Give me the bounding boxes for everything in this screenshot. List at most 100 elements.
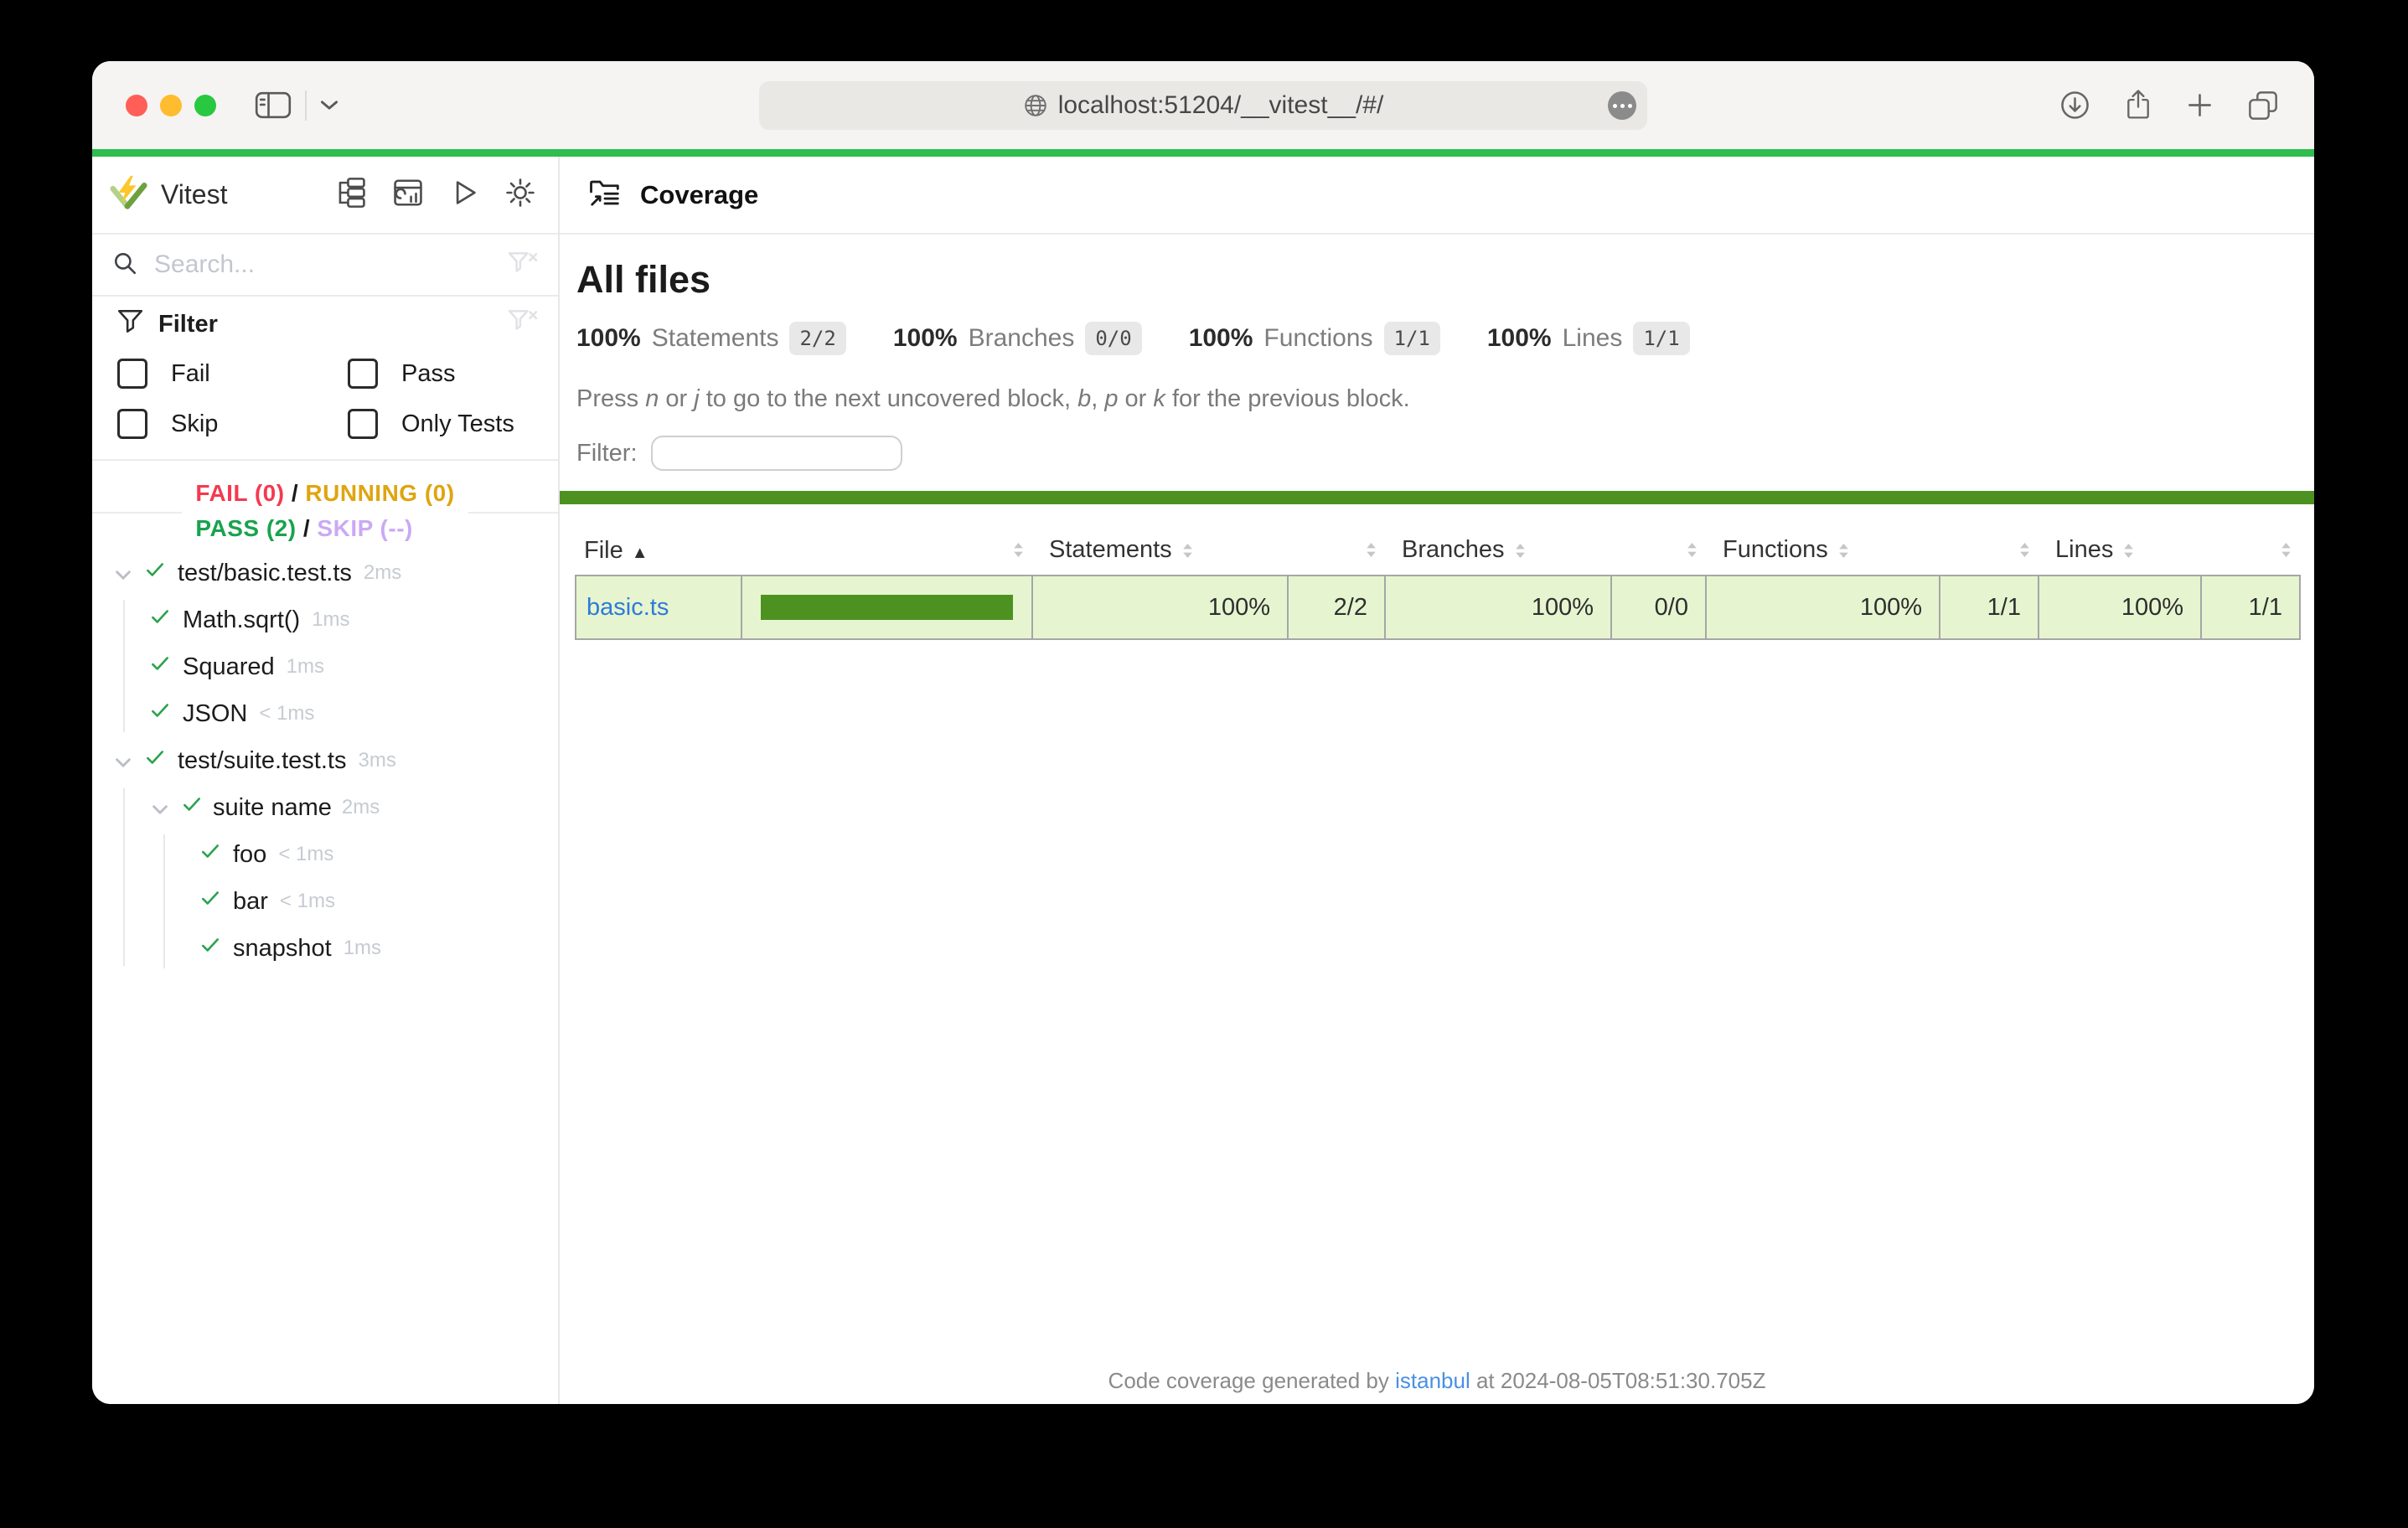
- duration: 1ms: [312, 608, 349, 632]
- duration: < 1ms: [280, 890, 335, 913]
- run-icon[interactable]: [449, 178, 479, 212]
- checkbox-box[interactable]: [348, 359, 378, 389]
- tree-item-file[interactable]: test/basic.test.ts 2ms: [92, 550, 558, 596]
- tree-guide: [123, 788, 125, 966]
- column-header-lines[interactable]: Lines: [2039, 526, 2201, 576]
- duration: 2ms: [364, 561, 401, 585]
- tree-item-test[interactable]: snapshot 1ms: [92, 925, 558, 972]
- toolbar-left-controls: [255, 61, 338, 149]
- search-icon: [112, 250, 137, 280]
- downloads-icon[interactable]: [2059, 90, 2090, 121]
- toolbar-right-controls: [2059, 61, 2279, 149]
- tree-item-file[interactable]: test/suite.test.ts 3ms: [92, 737, 558, 784]
- sidebar-toggle-icon[interactable]: [255, 91, 292, 119]
- checkbox-skip[interactable]: Skip: [117, 409, 348, 439]
- sort-icon[interactable]: [2123, 538, 2134, 565]
- coverage-icon: [588, 178, 622, 212]
- tree-item-test[interactable]: JSON < 1ms: [92, 690, 558, 737]
- checkbox-only-tests[interactable]: Only Tests: [348, 409, 538, 439]
- file-filter-input[interactable]: [651, 436, 902, 471]
- coverage-stats: 100% Statements 2/2 100% Branches 0/0 10…: [576, 322, 2314, 355]
- branches-abs-cell: 0/0: [1611, 576, 1706, 639]
- filter-clear-icon[interactable]: [508, 250, 538, 280]
- tree-guide: [123, 600, 125, 732]
- column-header-file[interactable]: File▲: [576, 526, 742, 576]
- check-icon: [149, 699, 171, 728]
- vitest-logo: [109, 174, 147, 215]
- tabs-overview-icon[interactable]: [2247, 90, 2279, 121]
- column-header-statements[interactable]: Statements: [1032, 526, 1288, 576]
- chevron-down-icon[interactable]: [114, 560, 132, 587]
- chevron-down-icon[interactable]: [320, 100, 338, 111]
- tree-item-test[interactable]: Squared 1ms: [92, 643, 558, 690]
- table-row: basic.ts 100% 2/2 100% 0/0 100% 1/1 100%…: [576, 576, 2300, 639]
- filter-options: Fail Pass Skip Only Tests: [117, 359, 538, 439]
- sort-icon[interactable]: [742, 526, 1032, 576]
- report-heading: All files: [576, 258, 2314, 302]
- checkbox-box[interactable]: [348, 409, 378, 439]
- column-header-branches[interactable]: Branches: [1385, 526, 1611, 576]
- file-filter-label: Filter:: [576, 440, 638, 467]
- tree-item-test[interactable]: bar < 1ms: [92, 878, 558, 925]
- minimize-window-button[interactable]: [160, 95, 182, 116]
- checkbox-box[interactable]: [117, 359, 147, 389]
- tree-item-test[interactable]: foo < 1ms: [92, 831, 558, 878]
- checkbox-pass[interactable]: Pass: [348, 359, 538, 389]
- chevron-down-icon[interactable]: [114, 747, 132, 775]
- skip-count: SKIP (--): [317, 515, 412, 541]
- tree-view-icon[interactable]: [335, 177, 367, 213]
- filter-clear-icon[interactable]: [508, 308, 538, 340]
- keyboard-hint: Press n or j to go to the next uncovered…: [576, 385, 2314, 413]
- theme-icon[interactable]: [504, 177, 536, 213]
- sort-icon[interactable]: [1838, 538, 1849, 565]
- sort-icon[interactable]: [1611, 526, 1706, 576]
- chevron-down-icon[interactable]: [151, 794, 169, 822]
- traffic-lights: [126, 61, 216, 149]
- app-name: Vitest: [161, 179, 227, 210]
- checkbox-fail[interactable]: Fail: [117, 359, 348, 389]
- page-settings-button[interactable]: [1608, 91, 1636, 120]
- main-header: Coverage: [560, 157, 2314, 235]
- coverage-bar: [761, 595, 1013, 620]
- tree-item-suite[interactable]: suite name 2ms: [92, 784, 558, 831]
- toolbar-divider: [305, 90, 307, 121]
- stat-fraction-badge: 1/1: [1384, 322, 1440, 355]
- zoom-window-button[interactable]: [194, 95, 216, 116]
- url-text: localhost:51204/__vitest__/#/: [1058, 91, 1384, 120]
- check-icon: [144, 746, 166, 775]
- globe-icon: [1023, 93, 1048, 118]
- duration: < 1ms: [278, 843, 333, 866]
- address-bar[interactable]: localhost:51204/__vitest__/#/: [759, 81, 1647, 130]
- sort-icon[interactable]: [1940, 526, 2039, 576]
- file-link[interactable]: basic.ts: [586, 594, 669, 621]
- stat-fraction-badge: 0/0: [1085, 322, 1141, 355]
- browser-window: localhost:51204/__vitest__/#/: [92, 61, 2314, 1404]
- search-input[interactable]: [152, 250, 493, 280]
- running-count: RUNNING (0): [305, 480, 454, 506]
- check-icon: [181, 793, 203, 822]
- share-icon[interactable]: [2124, 89, 2152, 121]
- run-summary: FAIL (0) / RUNNING (0) PASS (2) / SKIP (…: [92, 476, 558, 548]
- close-window-button[interactable]: [126, 95, 147, 116]
- sort-icon[interactable]: [1515, 538, 1526, 565]
- sort-icon[interactable]: [2201, 526, 2300, 576]
- istanbul-link[interactable]: istanbul: [1395, 1368, 1470, 1393]
- check-icon: [144, 559, 166, 587]
- stat-functions: 100% Functions 1/1: [1189, 322, 1440, 355]
- coverage-report: All files 100% Statements 2/2 100% Branc…: [560, 235, 2314, 1404]
- fail-count: FAIL (0): [195, 480, 284, 506]
- check-icon: [199, 887, 221, 916]
- new-tab-icon[interactable]: [2186, 91, 2214, 119]
- tree-item-test[interactable]: Math.sqrt() 1ms: [92, 596, 558, 643]
- report-icon[interactable]: [392, 177, 424, 213]
- sort-icon[interactable]: [1182, 538, 1193, 565]
- column-header-functions[interactable]: Functions: [1706, 526, 1940, 576]
- duration: 1ms: [287, 655, 324, 679]
- file-filter-row: Filter:: [576, 436, 2314, 471]
- sidebar: Vitest: [92, 157, 560, 1404]
- checkbox-box[interactable]: [117, 409, 147, 439]
- sort-icon[interactable]: [1288, 526, 1385, 576]
- test-tree: test/basic.test.ts 2ms Math.sqrt() 1ms S…: [92, 548, 558, 1404]
- report-footer: Code coverage generated by istanbul at 2…: [560, 1368, 2314, 1394]
- search-bar: [92, 235, 558, 297]
